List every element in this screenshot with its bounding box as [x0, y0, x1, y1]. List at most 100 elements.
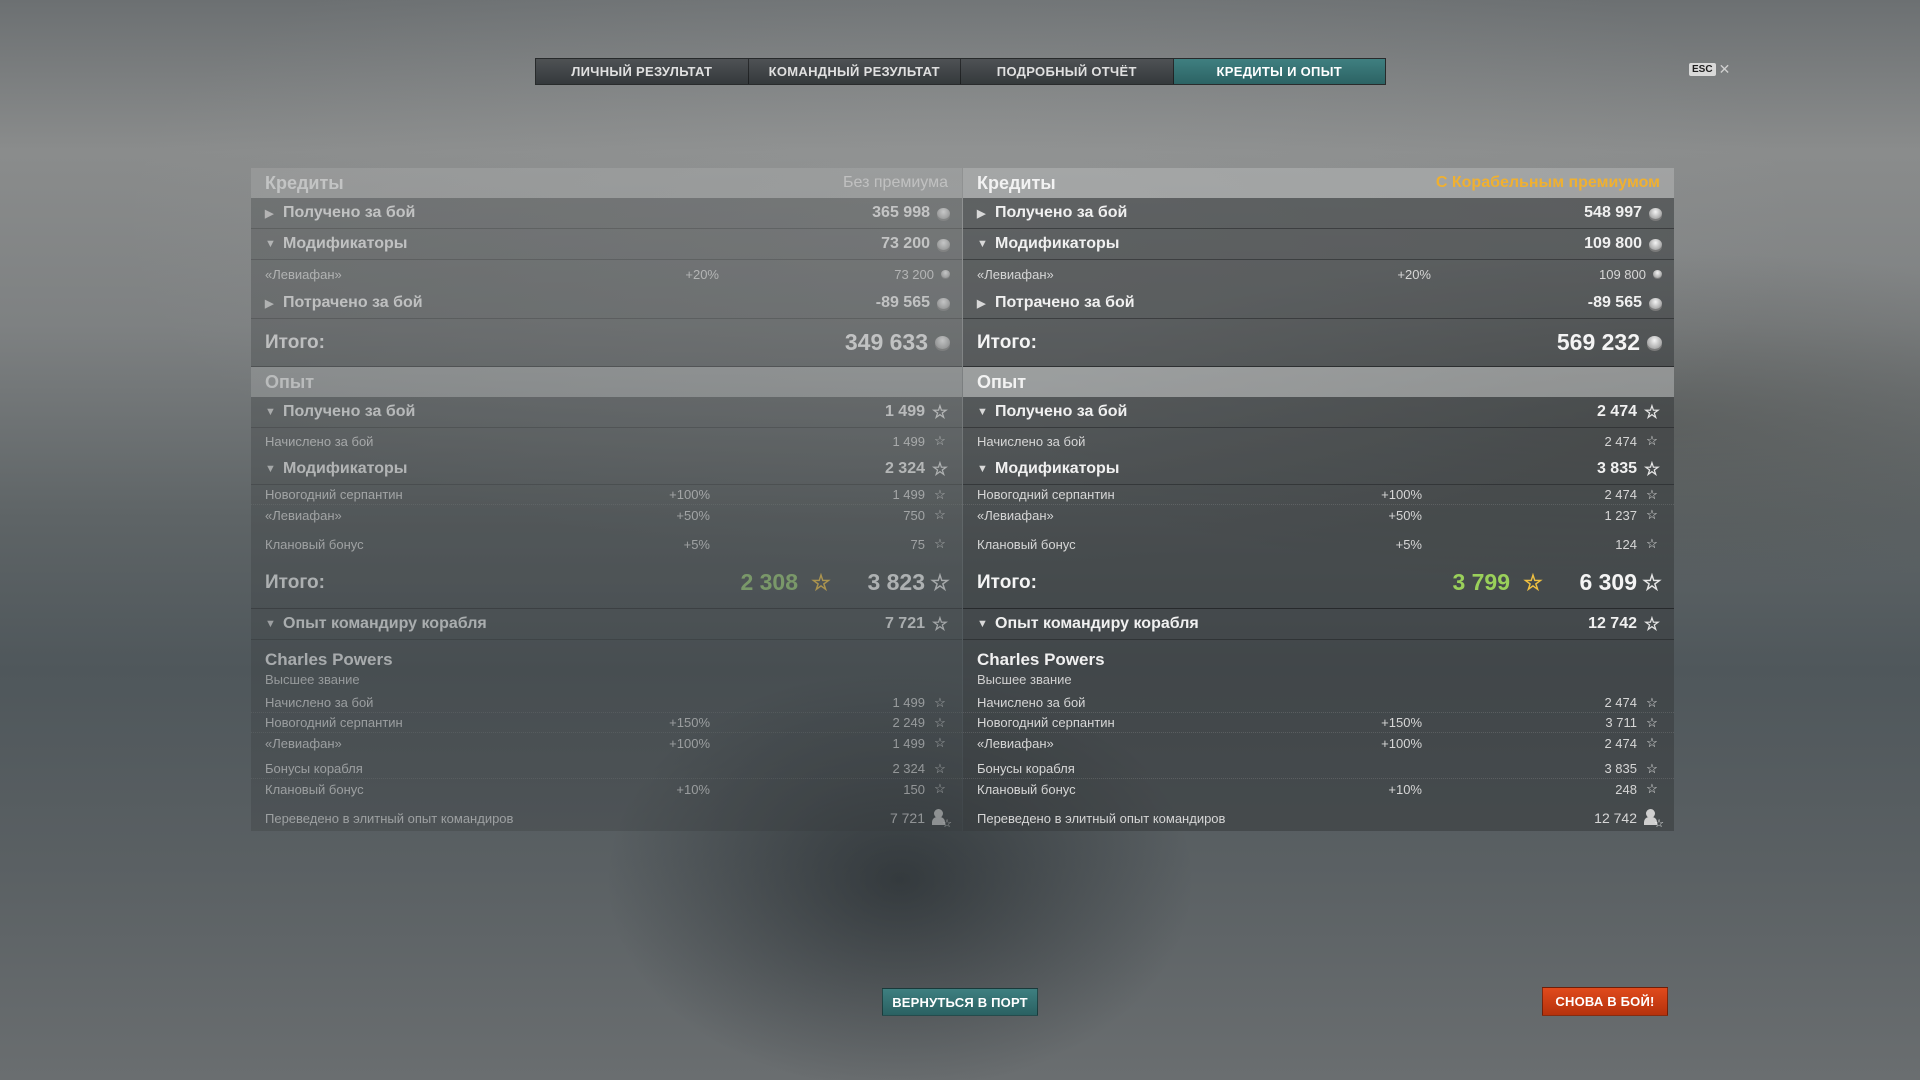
row-percent: +50% — [676, 507, 710, 523]
credits-icon — [935, 336, 950, 349]
xp-star-icon: ☆ — [1646, 694, 1658, 710]
elite-xp-row: Переведено в элитный опыт командиров 7 7… — [251, 805, 962, 831]
xp-modifiers-row[interactable]: ▼ Модификаторы 2 324 ☆ — [251, 454, 962, 485]
xp-star-icon: ☆ — [931, 458, 949, 479]
xp-accrued-row: Начислено за бой 2 474 ☆ — [963, 428, 1674, 454]
return-to-port-button[interactable]: ВЕРНУТЬСЯ В ПОРТ — [882, 988, 1038, 1016]
credits-icon — [937, 207, 950, 219]
row-label: Начислено за бой — [977, 433, 1086, 449]
xp-star-icon: ☆ — [934, 433, 946, 448]
row-percent: +5% — [683, 536, 710, 552]
commander-xp-detail-row: Начислено за бой 1 499 ☆ — [251, 693, 962, 713]
tab-personal-result[interactable]: ЛИЧНЫЙ РЕЗУЛЬТАТ — [536, 59, 749, 84]
row-value: 2 474 — [1596, 403, 1637, 420]
commander-name: Charles Powers — [265, 650, 393, 669]
total-value: 6 309 — [1579, 569, 1637, 595]
row-value: 2 474 — [1604, 695, 1637, 710]
account-mode-label: Без премиума — [843, 174, 948, 191]
row-value: 548 997 — [1584, 204, 1642, 221]
collapse-arrow-icon: ▼ — [265, 618, 276, 630]
row-value: 150 — [903, 781, 925, 797]
row-label: Клановый бонус — [265, 781, 364, 797]
commander-xp-detail-row: Клановый бонус +10% 150 ☆ — [251, 779, 962, 799]
xp-total-row: Итого: 2 308 ☆ 3 823 ☆ — [251, 557, 962, 609]
tab-detailed-report[interactable]: ПОДРОБНЫЙ ОТЧЁТ — [961, 59, 1174, 84]
credits-spent-row[interactable]: ▶ Потрачено за бой -89 565 — [963, 288, 1674, 319]
xp-earned-row[interactable]: ▼ Получено за бой 1 499 ☆ — [251, 397, 962, 428]
row-value: 2 324 — [884, 460, 925, 477]
leviathan-credits-row: «Левиафан» +20% 73 200 — [251, 260, 962, 288]
commander-xp-detail-row: Клановый бонус +10% 248 ☆ — [963, 779, 1674, 799]
total-value: 569 232 — [1556, 329, 1640, 355]
credits-earned-row[interactable]: ▶ Получено за бой 548 997 — [963, 198, 1674, 229]
row-percent: +50% — [1388, 507, 1422, 523]
credits-earned-row[interactable]: ▶ Получено за бой 365 998 — [251, 198, 962, 229]
row-value: 2 474 — [1604, 487, 1637, 502]
row-label: Клановый бонус — [977, 781, 1076, 797]
xp-total-row: Итого: 3 799 ☆ 6 309 ☆ — [963, 557, 1674, 609]
xp-modifiers-row[interactable]: ▼ Модификаторы 3 835 ☆ — [963, 454, 1674, 485]
commander-card: Charles Powers Высшее звание — [963, 640, 1674, 693]
row-value: 365 998 — [872, 204, 930, 221]
esc-close-button[interactable]: ESC ✕ — [1689, 61, 1730, 78]
credits-modifiers-row[interactable]: ▼ Модификаторы 73 200 — [251, 229, 962, 260]
collapse-arrow-icon: ▼ — [977, 618, 988, 630]
xp-star-icon: ☆ — [1646, 760, 1658, 776]
xp-modifier-row: Новогодний серпантин +100% 2 474 ☆ — [963, 485, 1674, 505]
xp-earned-row[interactable]: ▼ Получено за бой 2 474 ☆ — [963, 397, 1674, 428]
xp-star-icon: ☆ — [1646, 536, 1658, 551]
row-value: 1 499 — [892, 695, 925, 710]
row-label: Модификаторы — [995, 235, 1120, 252]
row-label: «Левиафан» — [977, 735, 1054, 751]
bonus-xp-star-icon: ☆ — [811, 569, 831, 595]
elite-commander-xp-icon: ☆ — [930, 809, 952, 830]
commander-xp-row[interactable]: ▼ Опыт командиру корабля 12 742 ☆ — [963, 609, 1674, 640]
credits-spent-row[interactable]: ▶ Потрачено за бой -89 565 — [251, 288, 962, 319]
credits-total-row: Итого: 569 232 — [963, 319, 1674, 367]
xp-star-icon: ☆ — [1646, 433, 1658, 448]
tab-credits-and-xp[interactable]: КРЕДИТЫ И ОПЫТ — [1173, 59, 1385, 84]
row-label: «Левиафан» — [265, 735, 342, 751]
row-value: 75 — [910, 536, 925, 552]
bonus-xp-value: 3 799 — [1452, 569, 1510, 595]
credits-modifiers-row[interactable]: ▼ Модификаторы 109 800 — [963, 229, 1674, 260]
xp-modifier-row: «Левиафан» +50% 1 237 ☆ — [963, 505, 1674, 525]
battle-again-button[interactable]: СНОВА В БОЙ! — [1542, 987, 1668, 1016]
row-label: Клановый бонус — [977, 536, 1076, 552]
commander-xp-row[interactable]: ▼ Опыт командиру корабля 7 721 ☆ — [251, 609, 962, 640]
row-label: «Левиафан» — [265, 266, 342, 282]
row-percent: +20% — [1397, 266, 1431, 282]
xp-star-icon: ☆ — [934, 714, 946, 730]
collapse-arrow-icon: ▼ — [265, 406, 276, 418]
esc-key-label: ESC — [1689, 63, 1716, 76]
xp-star-icon: ☆ — [934, 760, 946, 776]
commander-xp-detail-row: Бонусы корабля 3 835 ☆ — [963, 759, 1674, 779]
bonus-xp-value: 2 308 — [740, 569, 798, 595]
row-value: 109 800 — [1584, 235, 1642, 252]
xp-star-icon: ☆ — [1643, 401, 1661, 422]
xp-modifier-row: Новогодний серпантин +100% 1 499 ☆ — [251, 485, 962, 505]
row-value: 3 711 — [1605, 715, 1637, 730]
row-label: «Левиафан» — [265, 507, 342, 523]
xp-star-icon: ☆ — [1646, 735, 1658, 750]
total-value: 349 633 — [844, 329, 928, 355]
xp-star-icon: ☆ — [934, 507, 946, 522]
commander-name: Charles Powers — [977, 650, 1105, 669]
row-label: Опыт командиру корабля — [283, 615, 487, 632]
tab-team-result[interactable]: КОМАНДНЫЙ РЕЗУЛЬТАТ — [748, 59, 961, 84]
xp-star-icon: ☆ — [931, 613, 949, 634]
row-value: 12 742 — [1588, 615, 1637, 632]
xp-star-icon: ☆ — [1646, 781, 1658, 796]
xp-star-icon: ☆ — [930, 569, 950, 595]
row-value: 73 200 — [881, 235, 930, 252]
xp-star-icon: ☆ — [1643, 613, 1661, 634]
xp-star-icon: ☆ — [931, 401, 949, 422]
close-icon: ✕ — [1718, 61, 1731, 77]
row-value: 248 — [1615, 781, 1637, 797]
xp-star-icon: ☆ — [1646, 714, 1658, 730]
commander-xp-detail-row: Новогодний серпантин +150% 2 249 ☆ — [251, 713, 962, 733]
xp-header: Опыт — [251, 367, 962, 397]
row-label: Получено за бой — [995, 403, 1128, 420]
xp-modifier-row: «Левиафан» +50% 750 ☆ — [251, 505, 962, 525]
row-value: 124 — [1615, 536, 1637, 552]
